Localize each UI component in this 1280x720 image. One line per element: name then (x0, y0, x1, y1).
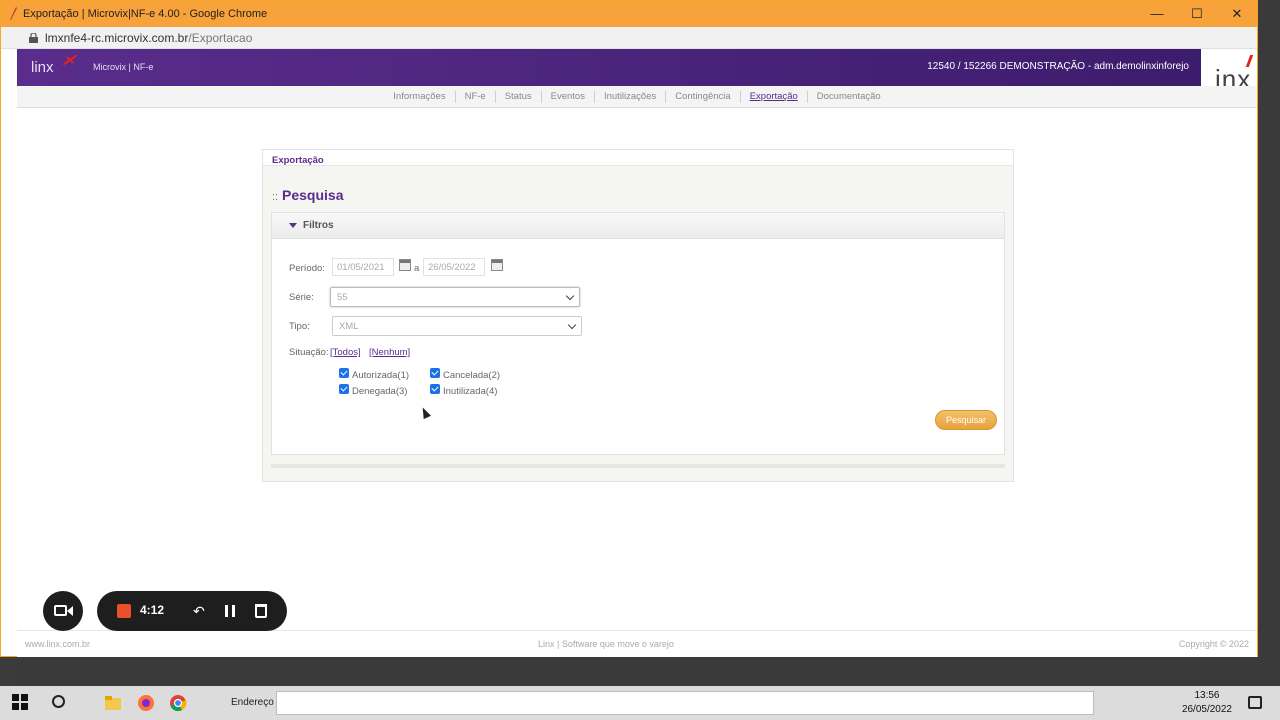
url-path: /Exportacao (188, 30, 253, 45)
camera-icon (54, 605, 67, 616)
recorder-controls: 4:12 ↶ (97, 591, 287, 631)
search-button[interactable]: Pesquisar (935, 410, 997, 430)
title-bar: Exportação | Microvix|NF-e 4.00 - Google… (1, 1, 1257, 27)
chrome-icon[interactable] (169, 694, 187, 712)
calendar-icon[interactable] (491, 259, 503, 271)
trash-icon[interactable] (255, 604, 267, 618)
camera-lens-icon (67, 606, 73, 616)
footer-site-link[interactable]: www.linx.com.br (25, 639, 90, 649)
user-logo-text: inx (1215, 64, 1252, 86)
chevron-down-icon (565, 291, 575, 301)
recording-time: 4:12 (140, 603, 165, 617)
autorizada-label: Autorizada(1) (352, 370, 410, 381)
denegada-checkbox[interactable] (339, 384, 349, 394)
nav-informacoes[interactable]: Informações (384, 90, 456, 103)
panel-title: Exportação (272, 155, 324, 166)
nav-exportacao[interactable]: Exportação (741, 90, 808, 103)
address-toolbar-label: Endereço (231, 697, 274, 708)
nav-status[interactable]: Status (496, 90, 542, 103)
page-header: linx Microvix | NF-e 12540 / 152266 DEMO… (17, 49, 1257, 86)
firefox-icon[interactable] (137, 694, 155, 712)
linx-logo-mark-icon (63, 55, 77, 65)
period-label: Período: (289, 263, 325, 274)
cancelada-checkbox[interactable] (430, 368, 440, 378)
select-none-link[interactable]: [Nenhum] (369, 347, 410, 358)
footer-copyright: Copyright © 2022 (1178, 639, 1249, 649)
clock-time: 13:56 (1194, 690, 1220, 701)
lock-icon (29, 33, 38, 43)
feather-favicon-icon (10, 7, 17, 20)
nav-inutilizacoes[interactable]: Inutilizações (595, 90, 667, 103)
minimize-button[interactable]: — (1137, 1, 1177, 27)
denegada-label: Denegada(3) (352, 386, 408, 397)
panel-footer-bar (271, 464, 1005, 468)
window-title: Exportação | Microvix|NF-e 4.00 - Google… (23, 8, 268, 20)
stop-recording-button[interactable] (117, 604, 131, 618)
collapse-triangle-icon (289, 223, 297, 228)
window-controls: — ☐ ✕ (1137, 1, 1257, 27)
nav-eventos[interactable]: Eventos (542, 90, 595, 103)
date-separator: a (414, 263, 420, 274)
serie-label: Série: (289, 292, 314, 303)
page-footer: www.linx.com.br Linx | Software que move… (17, 630, 1257, 657)
panel-header: Exportação (263, 150, 1013, 166)
section-title-text: Pesquisa (282, 187, 344, 203)
clock-date: 26/05/2022 (1181, 704, 1232, 715)
main-nav: Informações NF-e Status Eventos Inutiliz… (17, 86, 1257, 108)
taskbar: Endereço 13:56 26/05/2022 (0, 686, 1280, 720)
windows-start-icon[interactable] (12, 694, 30, 712)
section-prefix: :: (272, 191, 279, 203)
nav-documentacao[interactable]: Documentação (808, 91, 890, 103)
nav-nfe[interactable]: NF-e (456, 90, 496, 103)
product-name: Microvix | NF-e (93, 62, 154, 72)
search-icon[interactable] (52, 695, 65, 708)
linx-logo[interactable]: linx (31, 59, 54, 76)
filters-title: Filtros (303, 220, 334, 231)
filters-toggle[interactable]: Filtros (272, 213, 1004, 239)
cancelada-label: Cancelada(2) (443, 370, 501, 381)
account-info: 12540 / 152266 DEMONSTRAÇÃO - adm.demoli… (927, 61, 1189, 72)
tipo-value: XML (339, 321, 359, 332)
date-from-input[interactable]: 01/05/2021 (332, 258, 394, 276)
notification-icon[interactable] (1248, 696, 1262, 709)
tipo-label: Tipo: (289, 321, 310, 332)
inutilizada-label: Inutilizada(4) (443, 386, 498, 397)
export-panel: Exportação :: Pesquisa Filtros Período: … (262, 149, 1014, 482)
pause-icon[interactable] (225, 605, 235, 617)
serie-select[interactable]: 55 (330, 287, 580, 307)
select-all-link[interactable]: [Todos] (330, 347, 361, 358)
serie-value: 55 (337, 292, 348, 303)
inutilizada-checkbox[interactable] (430, 384, 440, 394)
situacao-label: Situação: (289, 347, 329, 358)
undo-icon[interactable]: ↶ (193, 603, 205, 620)
tipo-select[interactable]: XML (332, 316, 582, 336)
footer-tagline: Linx | Software que move o varejo (538, 639, 674, 649)
user-logo[interactable]: inx (1201, 49, 1257, 86)
clock[interactable]: 13:56 26/05/2022 (1182, 689, 1232, 717)
autorizada-checkbox[interactable] (339, 368, 349, 378)
address-bar[interactable]: lmxnfe4-rc.microvix.com.br/Exportacao (1, 27, 1257, 49)
file-explorer-icon[interactable] (104, 694, 122, 712)
filters-box: Filtros Período: 01/05/2021 a 26/05/2022… (271, 212, 1005, 455)
address-toolbar-input[interactable] (276, 691, 1094, 715)
section-title: :: Pesquisa (272, 187, 344, 203)
nav-contingencia[interactable]: Contingência (666, 90, 741, 103)
url-host: lmxnfe4-rc.microvix.com.br (45, 30, 189, 45)
calendar-icon[interactable] (399, 259, 411, 271)
recorder-camera-button[interactable] (43, 591, 83, 631)
url-text[interactable]: lmxnfe4-rc.microvix.com.br/Exportacao (45, 31, 252, 45)
maximize-button[interactable]: ☐ (1177, 1, 1217, 27)
chevron-down-icon (567, 320, 577, 330)
close-button[interactable]: ✕ (1217, 1, 1257, 27)
date-to-input[interactable]: 26/05/2022 (423, 258, 485, 276)
